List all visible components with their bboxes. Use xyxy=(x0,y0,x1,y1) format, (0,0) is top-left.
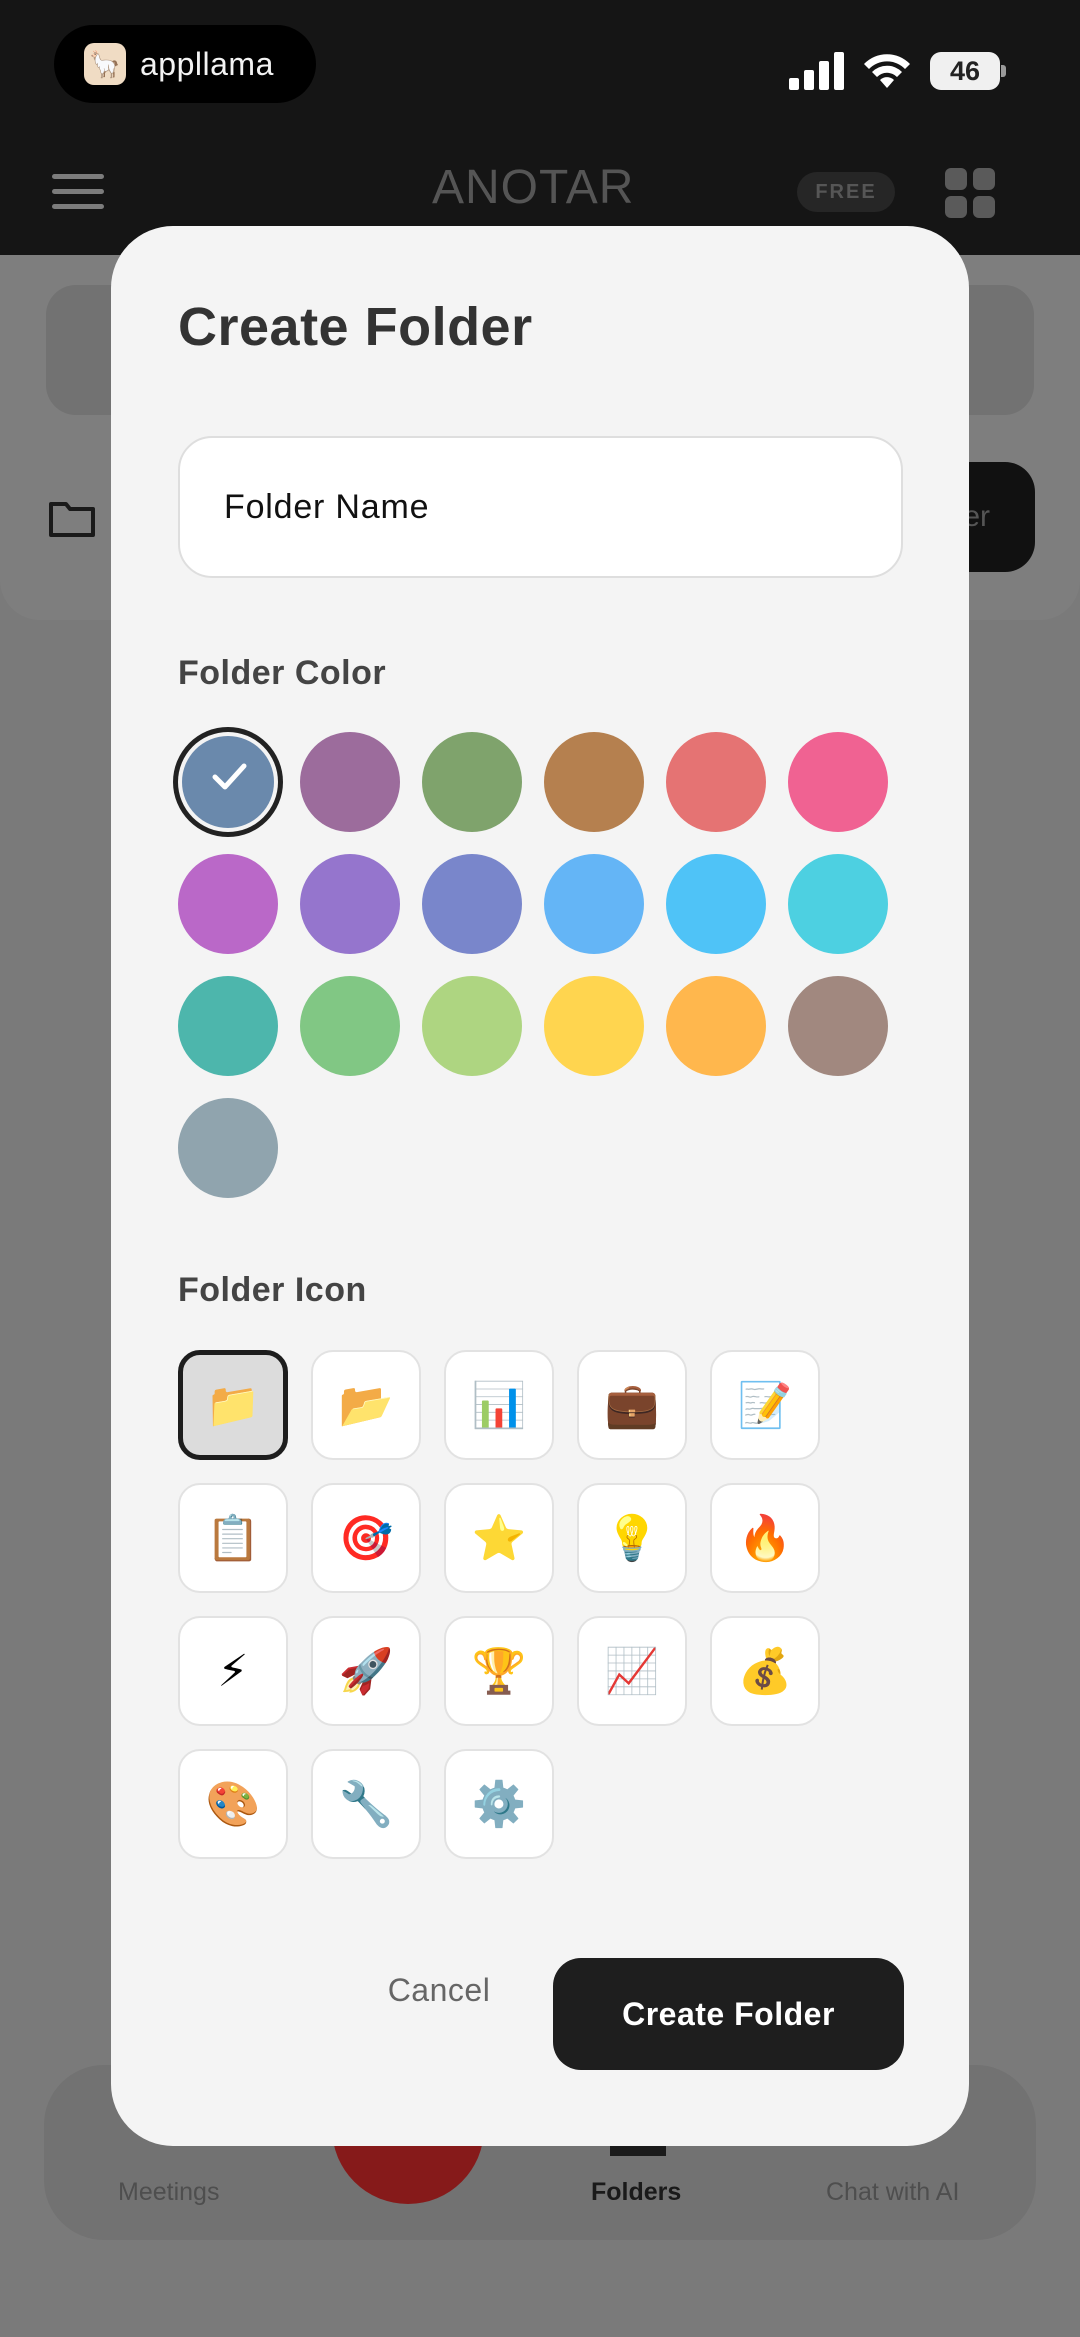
open-folder-icon: 📂 xyxy=(338,1380,394,1431)
app-pill-label: appllama xyxy=(140,45,274,82)
lightning-icon: ⚡ xyxy=(217,1645,249,1697)
icon-option-memo[interactable]: 📝 xyxy=(710,1350,820,1460)
icon-option-fire[interactable]: 🔥 xyxy=(710,1483,820,1593)
icon-option-gear[interactable]: ⚙️ xyxy=(444,1749,554,1859)
icon-option-folder[interactable]: 📁 xyxy=(178,1350,288,1460)
icon-option-chart-increasing[interactable]: 📈 xyxy=(577,1616,687,1726)
icon-option-clipboard[interactable]: 📋 xyxy=(178,1483,288,1593)
battery-level: 46 xyxy=(949,55,981,86)
rocket-icon: 🚀 xyxy=(338,1646,394,1697)
color-swatch[interactable] xyxy=(178,1098,278,1198)
color-swatch[interactable] xyxy=(666,976,766,1076)
color-swatch[interactable] xyxy=(544,732,644,832)
wifi-icon xyxy=(864,54,910,88)
nav-item-chat-with-ai: Chat with AI xyxy=(826,2178,960,2206)
bar-chart-icon: 📊 xyxy=(471,1380,527,1431)
create-folder-dialog: Create Folder Folder Color Folder Icon 📁… xyxy=(111,226,969,2146)
color-swatch[interactable] xyxy=(666,732,766,832)
status-bar: 🦙 appllama 46 xyxy=(0,0,1080,130)
folder-icon: 📁 xyxy=(205,1380,261,1431)
cancel-button[interactable]: Cancel xyxy=(359,1960,519,2020)
create-folder-button[interactable]: Create Folder xyxy=(553,1958,904,2070)
icon-option-trophy[interactable]: 🏆 xyxy=(444,1616,554,1726)
color-swatch[interactable] xyxy=(300,732,400,832)
icon-option-wrench[interactable]: 🔧 xyxy=(311,1749,421,1859)
dialog-title: Create Folder xyxy=(178,297,533,357)
fire-icon: 🔥 xyxy=(737,1513,793,1564)
briefcase-icon: 💼 xyxy=(604,1380,660,1431)
icon-option-open-folder[interactable]: 📂 xyxy=(311,1350,421,1460)
icon-option-bar-chart[interactable]: 📊 xyxy=(444,1350,554,1460)
icon-option-light-bulb[interactable]: 💡 xyxy=(577,1483,687,1593)
color-swatch[interactable] xyxy=(422,854,522,954)
icon-option-money-bag[interactable]: 💰 xyxy=(710,1616,820,1726)
battery-icon: 46 xyxy=(930,52,1006,90)
wrench-icon: 🔧 xyxy=(338,1779,394,1830)
brand-logo: ANOTAR xyxy=(432,161,635,214)
star-icon: ⭐ xyxy=(471,1513,527,1564)
icon-option-briefcase[interactable]: 💼 xyxy=(577,1350,687,1460)
chart-increasing-icon: 📈 xyxy=(604,1646,660,1697)
plan-badge[interactable]: FREE xyxy=(797,172,895,212)
folder-icon xyxy=(49,502,95,537)
nav-item-meetings: Meetings xyxy=(118,2178,220,2206)
color-swatch[interactable] xyxy=(300,976,400,1076)
money-bag-icon: 💰 xyxy=(737,1646,793,1697)
light-bulb-icon: 💡 xyxy=(604,1513,660,1564)
icon-option-palette[interactable]: 🎨 xyxy=(178,1749,288,1859)
llama-logo-icon: 🦙 xyxy=(84,43,126,85)
icon-option-target[interactable]: 🎯 xyxy=(311,1483,421,1593)
folder-icon-label: Folder Icon xyxy=(178,1271,367,1309)
color-swatch[interactable] xyxy=(788,732,888,832)
color-swatch[interactable] xyxy=(182,736,274,828)
clipboard-icon: 📋 xyxy=(205,1513,261,1564)
apps-grid-icon[interactable] xyxy=(945,168,995,218)
icon-option-rocket[interactable]: 🚀 xyxy=(311,1616,421,1726)
color-swatch[interactable] xyxy=(788,976,888,1076)
checkmark-icon xyxy=(212,763,247,790)
folder-name-input[interactable] xyxy=(178,436,903,578)
color-swatch[interactable] xyxy=(422,732,522,832)
trophy-icon: 🏆 xyxy=(471,1646,527,1697)
app-pill[interactable]: 🦙 appllama xyxy=(54,25,316,103)
color-swatch[interactable] xyxy=(666,854,766,954)
color-swatch[interactable] xyxy=(544,976,644,1076)
color-swatch[interactable] xyxy=(788,854,888,954)
palette-icon: 🎨 xyxy=(205,1779,261,1830)
nav-item-folders: Folders xyxy=(591,2178,682,2206)
cellular-signal-icon xyxy=(789,52,844,90)
memo-icon: 📝 xyxy=(737,1380,793,1431)
color-swatch[interactable] xyxy=(178,854,278,954)
icon-option-lightning[interactable]: ⚡ xyxy=(178,1616,288,1726)
color-swatch[interactable] xyxy=(422,976,522,1076)
gear-icon: ⚙️ xyxy=(471,1779,527,1830)
color-swatch[interactable] xyxy=(544,854,644,954)
icon-option-star[interactable]: ⭐ xyxy=(444,1483,554,1593)
target-icon: 🎯 xyxy=(338,1513,394,1564)
menu-icon[interactable] xyxy=(52,174,104,210)
color-swatch[interactable] xyxy=(178,976,278,1076)
color-swatch[interactable] xyxy=(300,854,400,954)
folder-color-label: Folder Color xyxy=(178,654,387,692)
